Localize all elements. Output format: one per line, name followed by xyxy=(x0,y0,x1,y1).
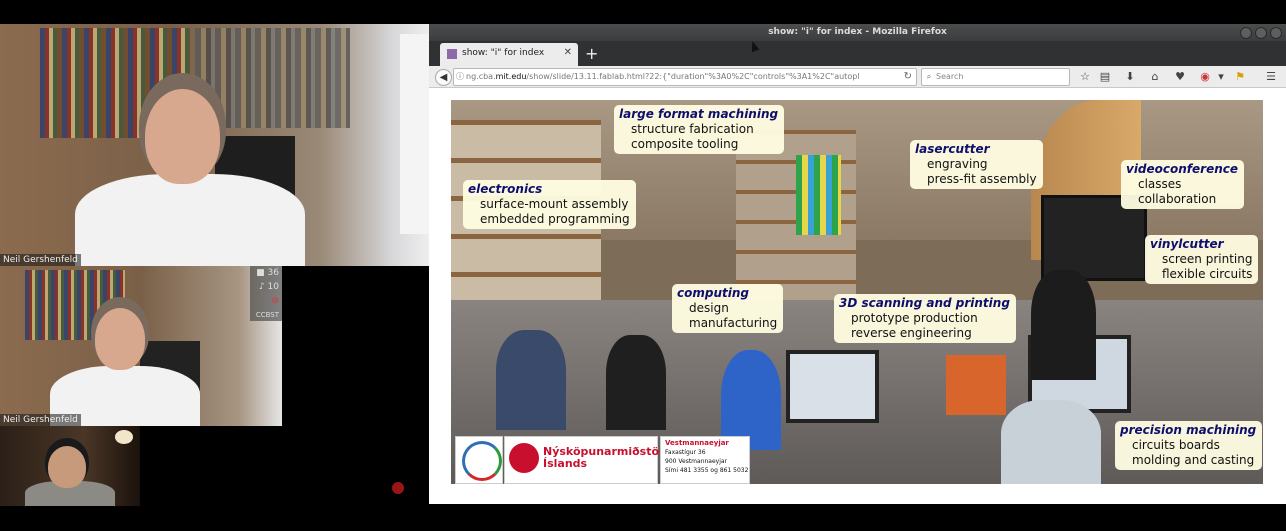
record-icon[interactable] xyxy=(392,482,404,494)
tab-slide[interactable]: show: "i" for index ✕ xyxy=(440,43,578,66)
callout-videoconference: videoconference classes collaboration xyxy=(1121,160,1245,209)
speaker-name: Neil Gershenfeld xyxy=(0,414,81,426)
camera-icon: ■ xyxy=(256,268,268,278)
microphone-icon: ♪ xyxy=(258,282,268,292)
callout-lasercutter: lasercutter engraving press-fit assembly xyxy=(910,140,1043,189)
fablab-logo-icon xyxy=(462,441,502,481)
close-window-button[interactable] xyxy=(1270,27,1282,39)
new-tab-button[interactable]: + xyxy=(585,44,598,63)
pocket-icon[interactable]: ♥ xyxy=(1172,69,1188,84)
window-titlebar: show: "i" for index - Mozilla Firefox xyxy=(429,24,1286,41)
speaker-head xyxy=(145,89,220,184)
back-button[interactable]: ◀ xyxy=(435,69,452,86)
callout-computing: computing design manufacturing xyxy=(672,284,784,333)
fablab-logo xyxy=(455,436,503,484)
reload-icon[interactable]: ↻ xyxy=(904,69,912,85)
speaker-body xyxy=(75,174,305,266)
flag-icon[interactable]: ⚑ xyxy=(1232,69,1248,84)
callout-electronics: electronics surface-mount assembly embed… xyxy=(463,180,636,229)
slide-image: large format machining structure fabrica… xyxy=(451,100,1263,484)
minimize-button[interactable] xyxy=(1240,27,1252,39)
student xyxy=(496,330,566,430)
3d-printer xyxy=(946,355,1006,415)
tab-strip: show: "i" for index ✕ + xyxy=(429,41,1286,66)
maximize-button[interactable] xyxy=(1255,27,1267,39)
search-icon: ⌕ xyxy=(926,72,932,81)
callout-large-format-machining: large format machining structure fabrica… xyxy=(614,105,785,154)
call-stats: ■ 36 ♪ 10 ⊘ CCBST xyxy=(250,266,282,321)
vestmannaeyjar-logo: Vestmannaeyjar Faxastígur 36 900 Vestman… xyxy=(660,436,750,484)
close-tab-icon[interactable]: ✕ xyxy=(564,47,572,58)
student xyxy=(606,335,666,430)
tab-label: show: "i" for index xyxy=(462,48,545,58)
bookshelf xyxy=(195,28,350,128)
extension-menu-icon[interactable]: ▾ xyxy=(1213,69,1229,84)
navigation-bar: ◀ ⓘ ng.cba.mit.edu/show/slide/13.11.fabla… xyxy=(429,66,1286,88)
callout-3d-scanning-printing: 3D scanning and printing prototype produ… xyxy=(834,294,1016,343)
firefox-window: show: "i" for index - Mozilla Firefox sh… xyxy=(429,24,1286,504)
nyskopun-logo-icon xyxy=(509,443,539,473)
instructor xyxy=(1031,270,1096,380)
material-rolls xyxy=(796,155,841,235)
callout-precision-machining: precision machining circuits boards mold… xyxy=(1115,421,1263,470)
student xyxy=(721,350,781,450)
download-icon[interactable]: ⬇ xyxy=(1122,69,1138,84)
search-input[interactable]: ⌕ Search xyxy=(921,68,1070,86)
window xyxy=(400,34,429,234)
extension-icon[interactable]: ◉ xyxy=(1197,69,1213,84)
lamp xyxy=(115,430,133,444)
url-host: mit.edu xyxy=(495,72,527,81)
url-bar[interactable]: ⓘ ng.cba.mit.edu/show/slide/13.11.fablab.… xyxy=(453,68,917,86)
callout-vinylcutter: vinylcutter screen printing flexible cir… xyxy=(1145,235,1259,284)
muted-icon: ⊘ xyxy=(271,296,279,306)
student xyxy=(1001,400,1101,484)
participant-head xyxy=(48,446,86,488)
window-title: show: "i" for index - Mozilla Firefox xyxy=(768,27,947,37)
speaker-name: Neil Gershenfeld xyxy=(0,254,81,266)
favicon-icon xyxy=(447,49,457,59)
participant-video-pane[interactable] xyxy=(0,426,140,506)
menu-icon[interactable]: ☰ xyxy=(1263,69,1279,84)
speaker-head xyxy=(95,308,145,370)
monitor xyxy=(786,350,879,423)
home-icon[interactable]: ⌂ xyxy=(1147,69,1163,84)
main-video-pane[interactable]: Neil Gershenfeld xyxy=(0,24,429,266)
reading-list-icon[interactable]: ▤ xyxy=(1097,69,1113,84)
self-view-pane[interactable]: Neil Gershenfeld xyxy=(0,266,282,426)
nyskopun-logo: Nýsköpunarmiðstöð Íslands xyxy=(504,436,667,484)
bookmark-star-icon[interactable]: ☆ xyxy=(1077,69,1093,84)
site-info-icon[interactable]: ⓘ xyxy=(454,69,466,85)
page-content: large format machining structure fabrica… xyxy=(429,88,1286,504)
